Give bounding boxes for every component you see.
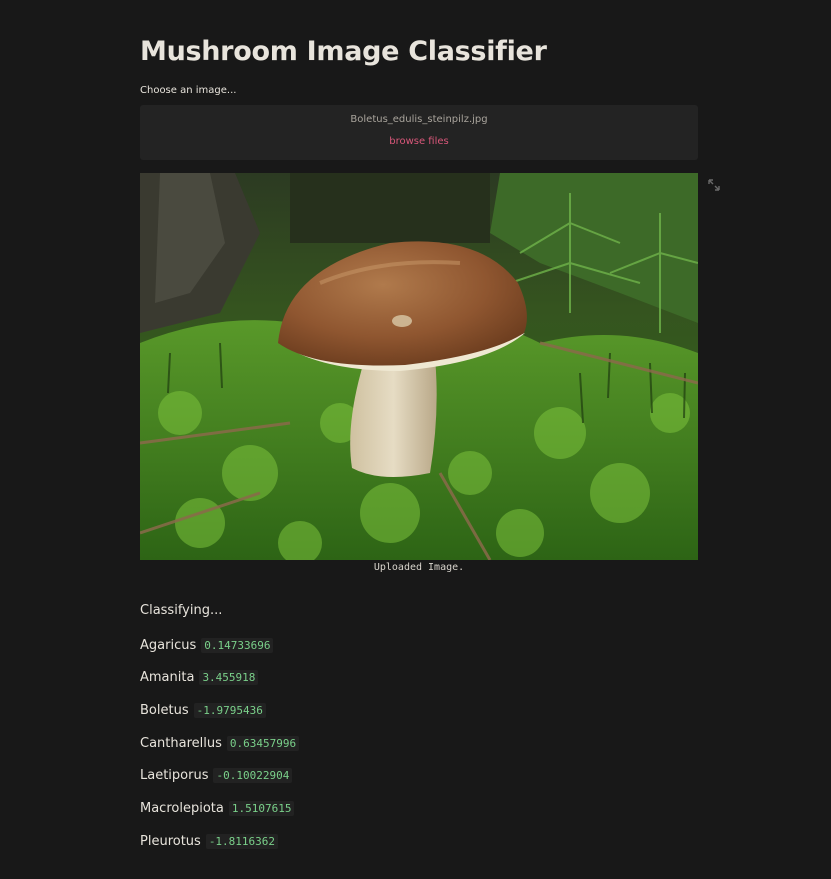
result-row: Pleurotus -1.8116362 — [140, 832, 279, 850]
browse-files-button[interactable]: browse files — [140, 136, 698, 147]
result-name: Cantharellus — [140, 735, 222, 751]
result-row: Laetiporus -0.10022904 — [140, 766, 293, 784]
file-uploader-label: Choose an image... — [140, 85, 237, 96]
result-score: 3.455918 — [199, 669, 259, 685]
result-row: Cantharellus 0.63457996 — [140, 734, 300, 752]
result-name: Laetiporus — [140, 767, 209, 783]
result-score: -1.8116362 — [205, 833, 279, 849]
result-score: -0.10022904 — [213, 767, 293, 783]
expand-icon[interactable] — [707, 177, 721, 191]
result-score: 0.63457996 — [226, 735, 300, 751]
result-score: 1.5107615 — [228, 800, 295, 816]
result-row: Amanita 3.455918 — [140, 668, 259, 686]
result-row: Macrolepiota 1.5107615 — [140, 799, 295, 817]
image-caption: Uploaded Image. — [373, 562, 465, 573]
result-name: Agaricus — [140, 637, 197, 653]
result-name: Amanita — [140, 669, 195, 685]
file-dropzone[interactable]: Boletus_edulis_steinpilz.jpg browse file… — [140, 105, 698, 160]
result-score: 0.14733696 — [201, 637, 274, 653]
result-name: Macrolepiota — [140, 800, 224, 816]
result-row: Agaricus 0.14733696 — [140, 636, 274, 654]
result-name: Pleurotus — [140, 833, 201, 849]
result-score: -1.9795436 — [193, 702, 266, 718]
page-title: Mushroom Image Classifier — [140, 36, 547, 67]
result-name: Boletus — [140, 702, 189, 718]
uploaded-file-name: Boletus_edulis_steinpilz.jpg — [350, 114, 488, 125]
uploaded-image — [140, 173, 698, 560]
status-text: Classifying... — [140, 603, 223, 618]
result-row: Boletus -1.9795436 — [140, 701, 266, 719]
